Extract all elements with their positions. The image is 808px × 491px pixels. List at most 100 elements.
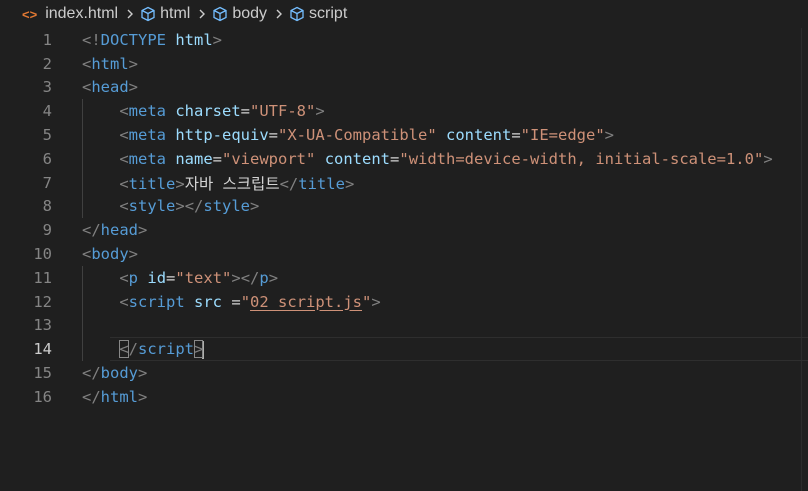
code-token: "width=device-width, initial-scale=1.0" — [399, 149, 764, 168]
code-line[interactable]: 3 <head> — [0, 76, 808, 100]
symbol-element-icon — [141, 6, 155, 22]
code-line[interactable]: 15 </body> — [0, 361, 808, 385]
line-code: <script src ="02_script.js"> — [82, 292, 380, 311]
breadcrumb-body[interactable]: body — [212, 5, 267, 23]
code-token: > — [212, 30, 223, 49]
line-number: 10 — [33, 245, 52, 264]
code-token: meta — [128, 102, 166, 121]
code-token: = — [240, 102, 251, 121]
code-line[interactable]: 5 <meta http-equiv="X-UA-Compatible" con… — [0, 123, 808, 147]
code-line[interactable]: 16 </html> — [0, 385, 808, 409]
line-number: 4 — [42, 102, 52, 121]
code-token: = — [166, 268, 176, 287]
line-number: 11 — [33, 268, 52, 287]
code-token: DOCTYPE — [100, 30, 166, 49]
indent-guide — [82, 123, 83, 147]
code-line[interactable]: 6 <meta name="viewport" content="width=d… — [0, 146, 808, 171]
code-token: > — [128, 78, 139, 97]
chevron-right-icon — [127, 9, 134, 19]
code-token: = — [212, 149, 223, 168]
code-token: meta — [128, 126, 166, 145]
code-token: body — [91, 245, 129, 264]
code-token: content — [446, 126, 512, 145]
code-token: > — [175, 174, 185, 193]
text-cursor — [202, 340, 205, 359]
code-token: < — [119, 340, 129, 358]
code-token: head — [100, 221, 138, 240]
code-editor[interactable]: 1 <!DOCTYPE html> 2 <html> 3 <head> 4 <meta ch… — [0, 28, 808, 491]
line-code: <!DOCTYPE html> — [82, 31, 222, 49]
code-token: < — [119, 126, 129, 145]
line-code: <title>자바 스크립트</title> — [82, 172, 354, 194]
breadcrumb-body-label: body — [232, 5, 268, 22]
indent-guide — [82, 289, 83, 314]
line-number: 14 — [33, 340, 52, 359]
line-code: </body> — [82, 364, 147, 382]
code-token: title — [298, 174, 345, 193]
code-token: / — [128, 340, 139, 358]
code-token: </ — [82, 387, 101, 406]
code-token: id — [147, 268, 167, 287]
code-line[interactable]: 12 <script src ="02_script.js"> — [0, 289, 808, 314]
line-code: <body> — [82, 245, 138, 263]
code-token: > — [268, 268, 279, 287]
breadcrumb-html-label: html — [160, 5, 191, 22]
line-number: 3 — [42, 78, 52, 97]
code-token: 자바 스크립트 — [184, 174, 280, 193]
line-number: 6 — [42, 149, 52, 168]
breadcrumb-html[interactable]: html — [140, 5, 190, 23]
line-code: <meta charset="UTF-8"> — [82, 102, 324, 121]
code-token: < — [119, 102, 129, 121]
code-token: < — [119, 197, 129, 216]
code-token: "IE=edge" — [520, 126, 605, 145]
code-token: <! — [82, 30, 101, 49]
code-token: </ — [82, 221, 101, 240]
code-token: </ — [279, 174, 299, 193]
code-line[interactable]: 10 <body> — [0, 242, 808, 266]
code-line[interactable]: 7 <title>자바 스크립트</title> — [0, 170, 808, 195]
line-code: </script> — [82, 340, 205, 359]
breadcrumb-script[interactable]: script — [289, 5, 347, 23]
code-line[interactable]: 8 <style></style> — [0, 194, 808, 219]
code-token: html — [100, 387, 138, 406]
breadcrumb-file[interactable]: <> index.html — [22, 5, 118, 23]
indent-guide — [82, 170, 83, 195]
symbol-element-icon — [213, 6, 227, 22]
code-token: script — [128, 292, 185, 311]
line-number: 7 — [42, 173, 52, 192]
code-token: head — [91, 78, 129, 97]
code-line[interactable]: 1 <!DOCTYPE html> — [0, 28, 808, 52]
code-line[interactable]: 4 <meta charset="UTF-8"> — [0, 99, 808, 124]
code-token: > — [250, 197, 260, 216]
code-token: "viewport" — [222, 149, 316, 168]
code-line[interactable]: 2 <html> — [0, 52, 808, 76]
code-line[interactable]: 13 — [0, 313, 808, 338]
code-token: ></ — [231, 268, 260, 287]
code-line[interactable]: 11 <p id="text"></p> — [0, 265, 808, 290]
code-token: < — [119, 174, 129, 193]
code-token: src — [194, 292, 223, 311]
code-token: html — [175, 30, 213, 49]
code-token: </ — [82, 364, 101, 383]
line-number: 13 — [33, 316, 52, 335]
indent-guide — [82, 194, 83, 219]
code-token: p — [128, 268, 139, 287]
code-token: < — [119, 292, 129, 311]
line-code: <p id="text"></p> — [82, 269, 278, 287]
code-line[interactable]: 14 </script> — [0, 337, 808, 362]
code-token: "UTF-8" — [250, 102, 316, 121]
indent-guide — [82, 146, 83, 171]
code-token: = — [222, 292, 241, 311]
code-line[interactable]: 9 </head> — [0, 218, 808, 242]
